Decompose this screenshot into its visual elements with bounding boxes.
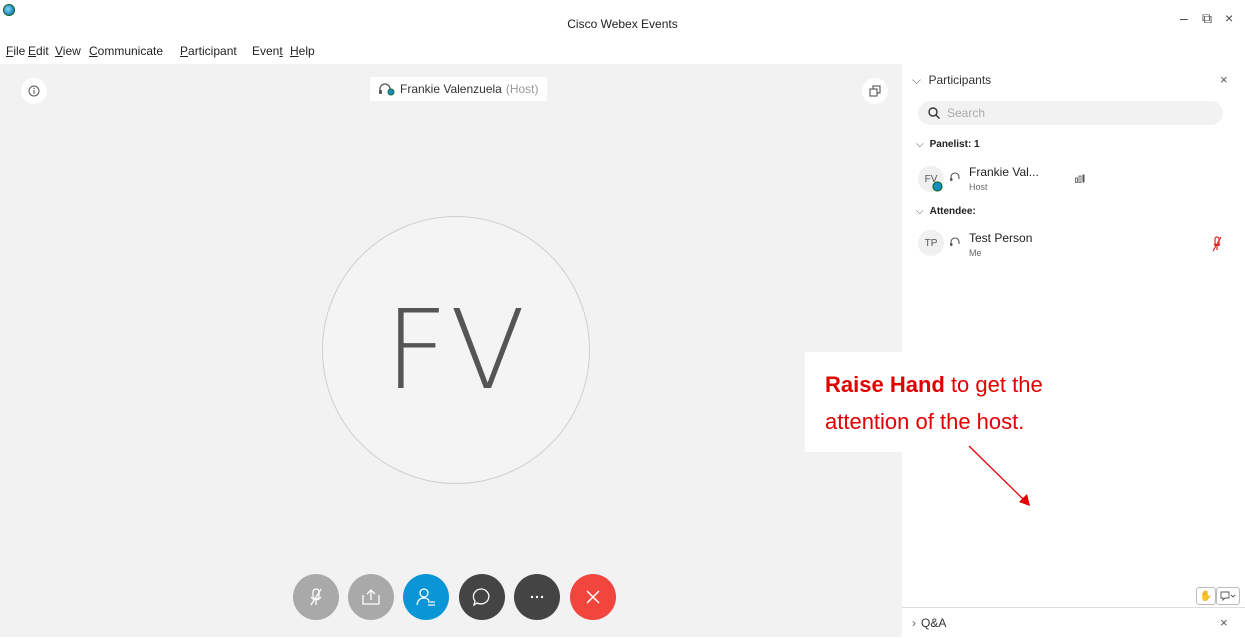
share-icon	[362, 589, 380, 605]
raise-hand-icon: ✋	[1199, 590, 1213, 602]
callout-bold: Raise Hand	[825, 372, 945, 397]
menu-participant[interactable]: Participant	[180, 44, 237, 58]
leave-button[interactable]	[570, 574, 616, 620]
menu-bar: File Edit View Communicate Participant E…	[0, 40, 1245, 98]
mute-button[interactable]	[293, 574, 339, 620]
menu-help[interactable]: Help	[290, 44, 315, 58]
caption-button[interactable]	[1216, 587, 1240, 605]
menu-communicate[interactable]: Communicate	[89, 44, 163, 58]
speaker-avatar: FV	[322, 216, 590, 484]
layout-button[interactable]	[862, 78, 888, 104]
meeting-info-button[interactable]	[21, 78, 47, 104]
more-options-button[interactable]	[514, 574, 560, 620]
search-placeholder: Search	[947, 106, 986, 120]
participants-panel-title: Participants	[928, 73, 992, 87]
participants-button[interactable]	[403, 574, 449, 620]
restore-button[interactable]: ⧉	[1202, 11, 1212, 25]
participants-panel: ⌵ Participants × Search ⌵ Panelist: 1 FV …	[902, 64, 1245, 638]
caption-icon	[1220, 591, 1236, 601]
attendee-section-header[interactable]: ⌵ Attendee:	[916, 206, 976, 217]
participants-icon	[416, 588, 435, 606]
close-icon: ×	[1220, 72, 1228, 87]
close-window-button[interactable]: ×	[1225, 11, 1233, 25]
raise-hand-button[interactable]: ✋	[1196, 587, 1216, 605]
mic-muted-icon	[310, 588, 322, 606]
more-icon	[530, 595, 544, 599]
info-icon	[28, 85, 40, 97]
window-title: Cisco Webex Events	[567, 17, 678, 31]
avatar: TP	[918, 230, 944, 256]
chevron-right-icon: ›	[912, 616, 916, 630]
presenter-badge-icon	[932, 181, 943, 192]
layout-icon	[869, 85, 881, 97]
qa-panel-title: › Q&A	[912, 616, 947, 630]
participants-panel-header[interactable]: ⌵ Participants	[912, 73, 991, 88]
participant-name: Frankie Val...	[969, 165, 1039, 179]
host-role: (Host)	[505, 82, 539, 96]
chat-icon	[472, 588, 490, 607]
close-icon: ×	[1220, 615, 1228, 630]
audio-level-icon	[1075, 174, 1085, 183]
share-button[interactable]	[348, 574, 394, 620]
participant-role: Me	[969, 248, 982, 258]
headset-icon	[379, 83, 395, 96]
chevron-down-icon: ⌵	[916, 139, 924, 150]
callout-text: Raise Hand to get the attention of the h…	[825, 372, 1043, 434]
participant-role: Host	[969, 182, 988, 192]
headset-icon	[950, 237, 960, 246]
chevron-down-icon: ⌵	[912, 73, 922, 87]
menu-file[interactable]: File	[6, 44, 25, 58]
title-bar: Cisco Webex Events – ⧉ ×	[0, 0, 1245, 40]
leave-icon	[586, 590, 600, 604]
active-speaker-label: Frankie Valenzuela (Host)	[370, 77, 547, 101]
chat-button[interactable]	[459, 574, 505, 620]
headset-icon	[950, 172, 960, 181]
video-stage: Frankie Valenzuela (Host) FV	[0, 64, 902, 637]
app-logo-icon	[3, 4, 15, 16]
search-input[interactable]: Search	[918, 101, 1223, 125]
search-icon	[928, 107, 940, 119]
menu-event[interactable]: Event	[252, 44, 283, 58]
minimize-button[interactable]: –	[1180, 11, 1188, 25]
menu-view[interactable]: View	[55, 44, 81, 58]
menu-edit[interactable]: Edit	[28, 44, 49, 58]
qa-panel-header[interactable]: › Q&A ×	[902, 607, 1245, 638]
close-panel-button[interactable]: ×	[1220, 72, 1228, 87]
annotation-callout: Raise Hand to get the attention of the h…	[805, 352, 1101, 452]
panelist-section-header[interactable]: ⌵ Panelist: 1	[916, 139, 980, 150]
chevron-down-icon: ⌵	[916, 206, 924, 217]
host-name: Frankie Valenzuela	[400, 82, 502, 96]
mic-muted-icon[interactable]	[1212, 236, 1222, 252]
participant-name: Test Person	[969, 231, 1033, 245]
close-qa-button[interactable]: ×	[1220, 615, 1228, 630]
